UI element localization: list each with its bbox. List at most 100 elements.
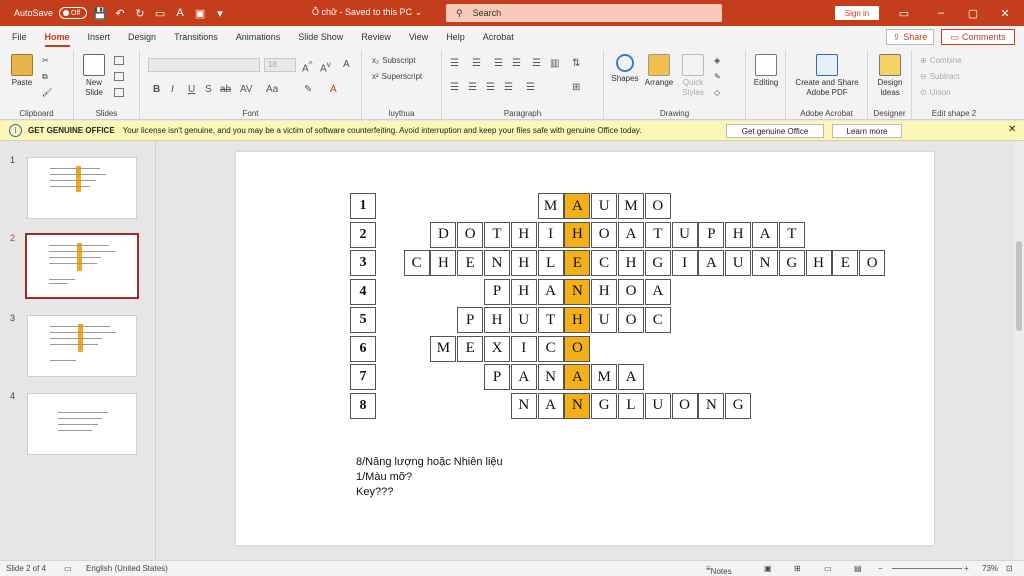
text-direction-icon[interactable]: ⇅ [572, 58, 580, 69]
paste-button[interactable]: Paste [6, 54, 38, 88]
clues-text[interactable]: 8/Năng lượng hoặc Nhiên liệu 1/Màu mỡ? K… [356, 455, 503, 500]
grow-font-icon[interactable]: A^ [302, 59, 313, 74]
clear-format-icon[interactable]: A [343, 59, 350, 70]
zoom-slider[interactable] [892, 568, 962, 569]
shape-outline-icon[interactable]: ✎ [714, 72, 721, 81]
accessibility-icon[interactable]: ▭ [64, 564, 72, 573]
zoom-in-icon[interactable]: + [964, 564, 969, 573]
document-title[interactable]: Ô chữ - Saved to this PC ⌄ [312, 7, 422, 18]
decrease-indent-icon[interactable]: ☰ [494, 58, 503, 69]
tab-animations[interactable]: Animations [236, 32, 281, 42]
combine-button[interactable]: ⊕ Combine [920, 56, 962, 65]
align-right-icon[interactable]: ☰ [486, 82, 495, 93]
increase-indent-icon[interactable]: ☰ [512, 58, 521, 69]
tab-review[interactable]: Review [361, 32, 391, 42]
layout-icon[interactable] [114, 56, 124, 65]
reading-view-icon[interactable]: ▭ [824, 564, 832, 573]
design-ideas-button[interactable]: Design Ideas [870, 54, 910, 98]
highlight-color-icon[interactable]: ✎ [304, 84, 312, 95]
union-button[interactable]: ⊙ Union [920, 88, 951, 97]
columns-icon[interactable]: ▥ [550, 58, 559, 69]
line-spacing-icon[interactable]: ☰ [532, 58, 541, 69]
undo-icon[interactable]: ↶ [113, 6, 127, 20]
italic-icon[interactable]: I [171, 84, 174, 95]
shrink-font-icon[interactable]: Av [320, 59, 331, 74]
underline-icon[interactable]: U [188, 84, 195, 95]
present-icon[interactable]: ▭ [153, 6, 167, 20]
tab-home[interactable]: Home [44, 32, 70, 47]
tab-acrobat[interactable]: Acrobat [483, 32, 514, 42]
signin-button[interactable]: Sign in [835, 6, 879, 20]
superscript-button[interactable]: x² Superscript [372, 72, 422, 81]
bullets-icon[interactable]: ☰ [450, 58, 459, 69]
learn-more-button[interactable]: Learn more [832, 124, 902, 138]
customize-icon[interactable]: ▾ [213, 6, 227, 20]
tab-help[interactable]: Help [446, 32, 465, 42]
justify-icon[interactable]: ☰ [504, 82, 513, 93]
zoom-level[interactable]: 73% [982, 564, 998, 573]
slide-thumbnail-1[interactable] [27, 157, 137, 219]
shape-effects-icon[interactable]: ◇ [714, 88, 720, 97]
share-button[interactable]: ⇪ Share [886, 29, 934, 45]
create-share-pdf-button[interactable]: Create and Share Adobe PDF [788, 54, 866, 98]
quick-styles-button[interactable]: Quick Styles [676, 54, 710, 98]
arrange-button[interactable]: Arrange [642, 54, 676, 88]
font-color-icon[interactable]: A [330, 84, 337, 95]
section-icon[interactable] [114, 88, 124, 97]
slide-thumbnail-2[interactable] [25, 233, 139, 299]
case-icon[interactable]: Aa [266, 84, 278, 95]
highlight-icon[interactable]: ▣ [193, 6, 207, 20]
redo-icon[interactable]: ↻ [133, 6, 147, 20]
align-center-icon[interactable]: ☰ [468, 82, 477, 93]
font-size-dropdown[interactable]: 18 [264, 58, 296, 72]
slide-sorter-icon[interactable]: ⊞ [794, 564, 801, 573]
font-color-icon[interactable]: A [173, 6, 187, 20]
minimize-icon[interactable]: – [932, 4, 950, 22]
bold-icon[interactable]: B [153, 84, 160, 95]
align-left-icon[interactable]: ☰ [450, 82, 459, 93]
numbering-icon[interactable]: ☰ [472, 58, 481, 69]
zoom-out-icon[interactable]: − [878, 564, 883, 573]
strike-icon[interactable]: ab [220, 84, 231, 95]
ribbon-display-icon[interactable]: ▭ [895, 4, 913, 22]
slide-thumbnail-3[interactable] [27, 315, 137, 377]
new-slide-button[interactable]: New Slide [78, 54, 110, 98]
autosave-toggle[interactable]: Off [59, 7, 88, 19]
row-number: 1 [350, 193, 376, 219]
shadow-icon[interactable]: S [205, 84, 212, 95]
language-status[interactable]: English (United States) [86, 564, 168, 573]
cut-icon[interactable]: ✂ [42, 56, 49, 65]
search-box[interactable]: ⚲ Search [446, 4, 722, 22]
get-genuine-button[interactable]: Get genuine Office [726, 124, 824, 138]
tab-file[interactable]: File [12, 32, 27, 42]
maximize-icon[interactable]: ▢ [964, 4, 982, 22]
fit-slide-icon[interactable]: ⊡ [1006, 564, 1013, 573]
comments-button[interactable]: ▭ Comments [941, 29, 1015, 45]
save-icon[interactable]: 💾 [93, 6, 107, 20]
slide-thumbnail-4[interactable] [27, 393, 137, 455]
notice-close-icon[interactable]: ✕ [1008, 124, 1016, 135]
tab-insert[interactable]: Insert [88, 32, 111, 42]
shapes-button[interactable]: Shapes [608, 54, 642, 84]
font-name-dropdown[interactable] [148, 58, 260, 72]
copy-icon[interactable]: ⧉ [42, 72, 48, 82]
subtract-button[interactable]: ⊖ Subtract [920, 72, 960, 81]
tab-view[interactable]: View [409, 32, 428, 42]
slideshow-view-icon[interactable]: ▤ [854, 564, 862, 573]
tab-transitions[interactable]: Transitions [174, 32, 218, 42]
format-painter-icon[interactable]: 🖌 [42, 88, 52, 97]
subscript-button[interactable]: x₂ Subscript [372, 56, 415, 65]
spacing-icon[interactable]: AV [240, 84, 253, 95]
scrollbar-thumb[interactable] [1016, 241, 1022, 331]
notes-button[interactable]: ≡ Notes [706, 564, 732, 576]
editing-button[interactable]: Editing [748, 54, 784, 88]
tab-slide-show[interactable]: Slide Show [298, 32, 343, 42]
align-text-icon[interactable]: ⊞ [572, 82, 580, 93]
normal-view-icon[interactable]: ▣ [764, 564, 772, 573]
vertical-scrollbar[interactable] [1014, 141, 1024, 560]
distribute-icon[interactable]: ☰ [526, 82, 535, 93]
reset-icon[interactable] [114, 72, 124, 81]
shape-fill-icon[interactable]: ◈ [714, 56, 720, 65]
tab-design[interactable]: Design [128, 32, 156, 42]
close-icon[interactable]: ✕ [996, 4, 1014, 22]
